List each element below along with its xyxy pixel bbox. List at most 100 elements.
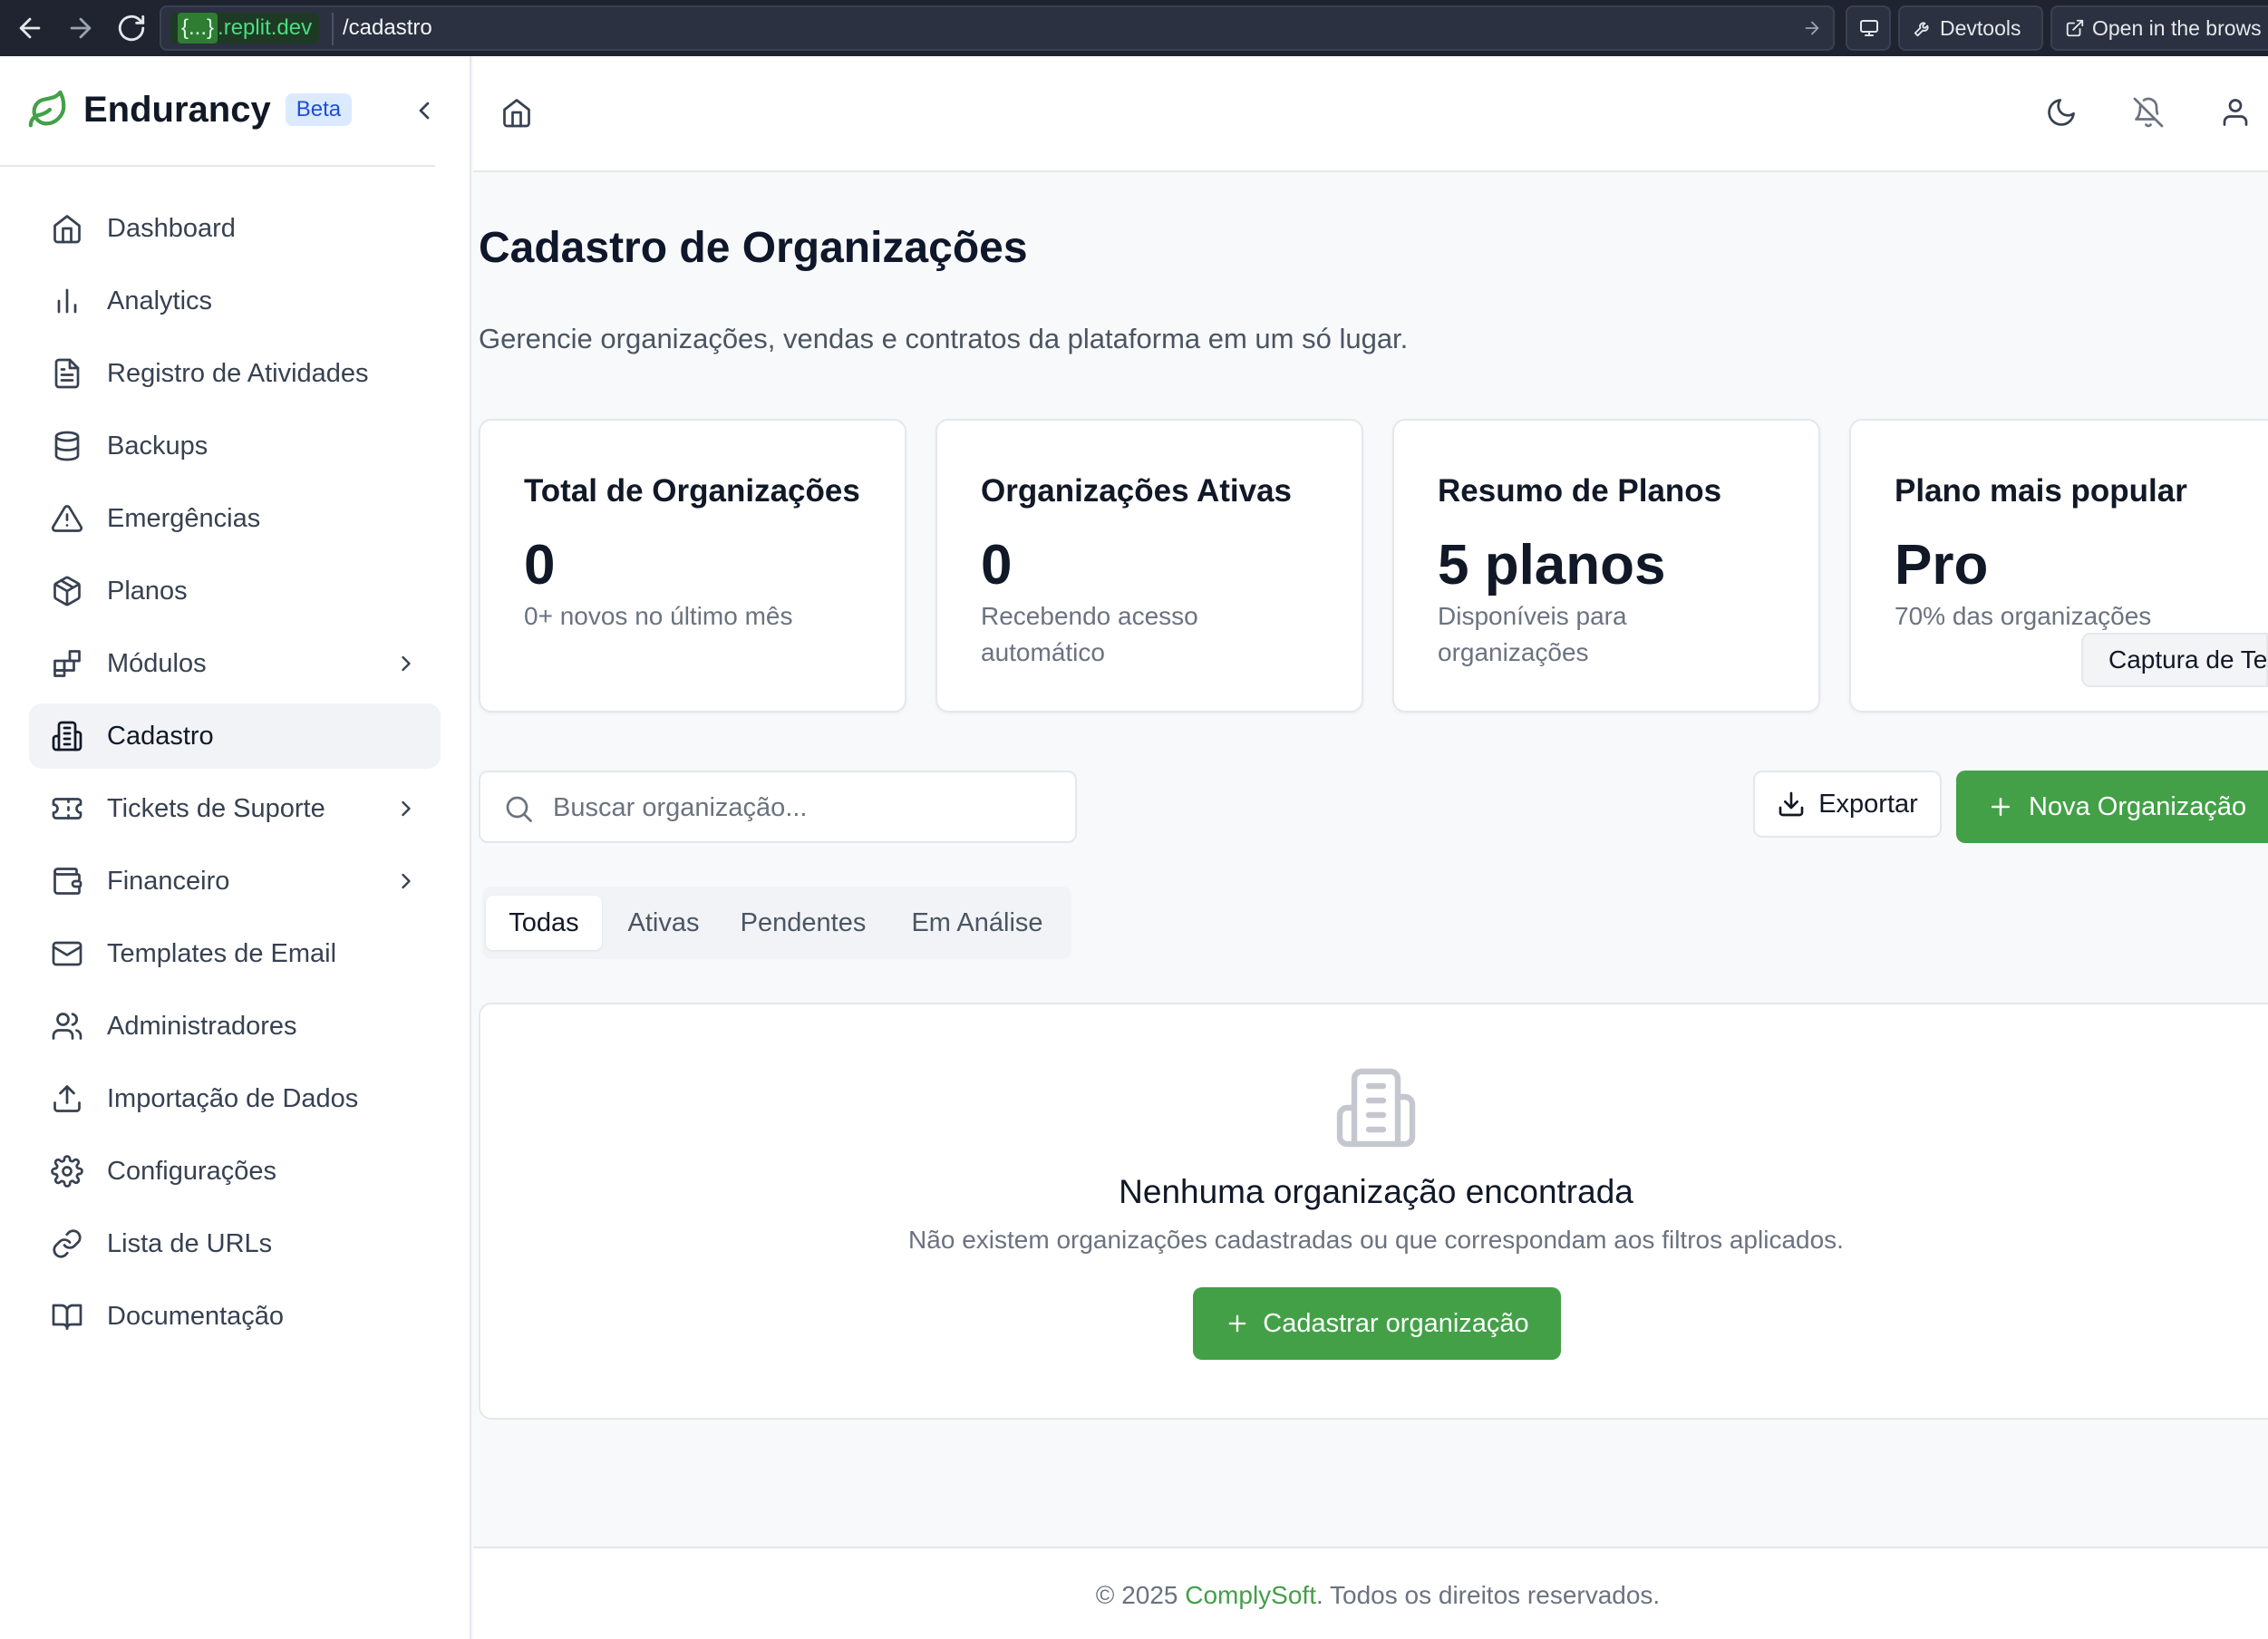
reload-icon[interactable] xyxy=(116,13,147,44)
sidebar-item-label: Dashboard xyxy=(107,213,236,243)
beta-badge: Beta xyxy=(285,93,353,126)
package-icon xyxy=(51,575,83,607)
sidebar-item-label: Importação de Dados xyxy=(107,1083,359,1113)
tab-pendentes[interactable]: Pendentes xyxy=(723,896,883,950)
wallet-icon xyxy=(51,865,83,897)
sidebar-item-configuracoes[interactable]: Configurações xyxy=(29,1139,441,1204)
sidebar-item-backups[interactable]: Backups xyxy=(29,413,441,479)
empty-state-panel: Nenhuma organização encontrada Não exist… xyxy=(479,1003,2268,1420)
sidebar-item-templates-de-email[interactable]: Templates de Email xyxy=(29,921,441,986)
url-path[interactable]: /cadastro xyxy=(343,7,432,49)
stat-subtext: 70% das organizações xyxy=(1895,602,2152,630)
sidebar-item-administradores[interactable]: Administradores xyxy=(29,994,441,1059)
mail-icon xyxy=(51,937,83,970)
blocks-icon xyxy=(51,647,83,680)
alert-triangle-icon xyxy=(51,502,83,535)
sidebar-item-dashboard[interactable]: Dashboard xyxy=(29,196,441,261)
sidebar-item-label: Tickets de Suporte xyxy=(107,793,325,823)
building-icon xyxy=(1333,1064,1420,1151)
sidebar-item-label: Backups xyxy=(107,431,208,461)
export-button[interactable]: Exportar xyxy=(1753,771,1942,838)
open-in-browser-button[interactable]: Open in the brows xyxy=(2050,5,2268,51)
sidebar: Endurancy Beta Dashboard Analytics Regis… xyxy=(0,56,471,1639)
tab-todas[interactable]: Todas xyxy=(486,896,602,950)
stat-subtext: Disponíveis para organizações xyxy=(1438,602,1627,666)
stat-value: 0 xyxy=(524,534,556,596)
sidebar-item-label: Financeiro xyxy=(107,866,230,896)
sidebar-item-label: Emergências xyxy=(107,503,261,533)
sidebar-item-documentacao[interactable]: Documentação xyxy=(29,1284,441,1349)
url-domain-text: .replit.dev xyxy=(218,15,313,40)
chevron-right-icon xyxy=(393,796,419,821)
go-arrow-icon[interactable] xyxy=(1802,18,1822,38)
forward-arrow-icon[interactable] xyxy=(65,13,96,44)
search-box[interactable] xyxy=(479,771,1077,843)
brand-name: Endurancy xyxy=(83,89,271,130)
book-icon xyxy=(51,1300,83,1333)
ticket-icon xyxy=(51,792,83,825)
devtools-label: Devtools xyxy=(1940,15,2021,40)
page-subtitle: Gerencie organizações, vendas e contrato… xyxy=(479,323,1409,354)
sidebar-item-tickets-de-suporte[interactable]: Tickets de Suporte xyxy=(29,776,441,841)
new-organization-label: Nova Organização xyxy=(2029,791,2247,821)
devtools-button[interactable]: Devtools xyxy=(1898,5,2043,51)
sidebar-item-emergencias[interactable]: Emergências xyxy=(29,486,441,551)
sidebar-item-label: Cadastro xyxy=(107,721,214,751)
empty-state-title: Nenhuma organização encontrada xyxy=(1119,1173,1633,1210)
sidebar-item-label: Administradores xyxy=(107,1011,297,1041)
external-link-icon xyxy=(2065,18,2085,38)
back-arrow-icon[interactable] xyxy=(15,13,45,44)
open-in-browser-label: Open in the brows xyxy=(2092,15,2262,40)
building-icon xyxy=(51,720,83,752)
sidebar-item-label: Analytics xyxy=(107,286,213,315)
brand[interactable]: Endurancy Beta xyxy=(27,89,353,131)
home-icon xyxy=(51,212,83,245)
sidebar-item-analytics[interactable]: Analytics xyxy=(29,268,441,334)
wrench-icon xyxy=(1913,18,1933,38)
address-bar[interactable]: {...} .replit.dev /cadastro xyxy=(160,5,1835,51)
plus-icon xyxy=(1987,793,2014,820)
stat-title: Organizações Ativas xyxy=(981,473,1293,509)
bell-off-icon[interactable] xyxy=(2132,96,2165,129)
gear-icon xyxy=(51,1155,83,1188)
user-icon[interactable] xyxy=(2219,96,2252,129)
footer-brand-link[interactable]: ComplySoft xyxy=(1185,1581,1316,1609)
stat-title: Plano mais popular xyxy=(1895,473,2187,509)
empty-state-description: Não existem organizações cadastradas ou … xyxy=(908,1226,1844,1254)
sidebar-item-label: Documentação xyxy=(107,1301,285,1331)
sidebar-item-modulos[interactable]: Módulos xyxy=(29,631,441,696)
sidebar-item-financeiro[interactable]: Financeiro xyxy=(29,849,441,914)
tab-em-analise[interactable]: Em Análise xyxy=(892,896,1062,950)
chevron-right-icon xyxy=(393,868,419,894)
file-text-icon xyxy=(51,357,83,390)
sidebar-item-planos[interactable]: Planos xyxy=(29,558,441,624)
download-icon xyxy=(1777,790,1806,819)
chevron-right-icon xyxy=(393,651,419,676)
sidebar-item-label: Lista de URLs xyxy=(107,1228,273,1258)
sidebar-item-label: Módulos xyxy=(107,648,207,678)
sidebar-item-cadastro[interactable]: Cadastro xyxy=(29,703,441,769)
link-icon xyxy=(51,1227,83,1260)
url-domain: {...} .replit.dev xyxy=(170,13,320,44)
sidebar-item-registro-de-atividades[interactable]: Registro de Atividades xyxy=(29,341,441,406)
bar-chart-icon xyxy=(51,285,83,317)
new-organization-button[interactable]: Nova Organização xyxy=(1956,771,2268,843)
stat-value: 5 planos xyxy=(1438,534,1666,596)
collapse-sidebar-icon[interactable] xyxy=(410,96,439,125)
sidebar-item-label: Registro de Atividades xyxy=(107,358,369,388)
sidebar-item-label: Configurações xyxy=(107,1156,276,1186)
sidebar-item-importacao-de-dados[interactable]: Importação de Dados xyxy=(29,1066,441,1131)
register-organization-button[interactable]: Cadastrar organização xyxy=(1193,1287,1561,1360)
stat-card-planos: Resumo de Planos 5 planos Disponíveis pa… xyxy=(1392,419,1820,713)
moon-icon[interactable] xyxy=(2045,96,2078,129)
search-input[interactable] xyxy=(553,787,1061,829)
home-icon[interactable] xyxy=(500,96,533,129)
footer-copyright: © 2025 xyxy=(1095,1581,1186,1609)
stat-title: Resumo de Planos xyxy=(1438,473,1722,509)
register-organization-label: Cadastrar organização xyxy=(1263,1308,1529,1338)
stat-title: Total de Organizações xyxy=(524,473,860,509)
footer-rights: . Todos os direitos reservados. xyxy=(1315,1581,1661,1609)
sidebar-item-lista-de-urls[interactable]: Lista de URLs xyxy=(29,1211,441,1276)
screen-button[interactable] xyxy=(1846,5,1891,51)
tab-ativas[interactable]: Ativas xyxy=(613,896,714,950)
